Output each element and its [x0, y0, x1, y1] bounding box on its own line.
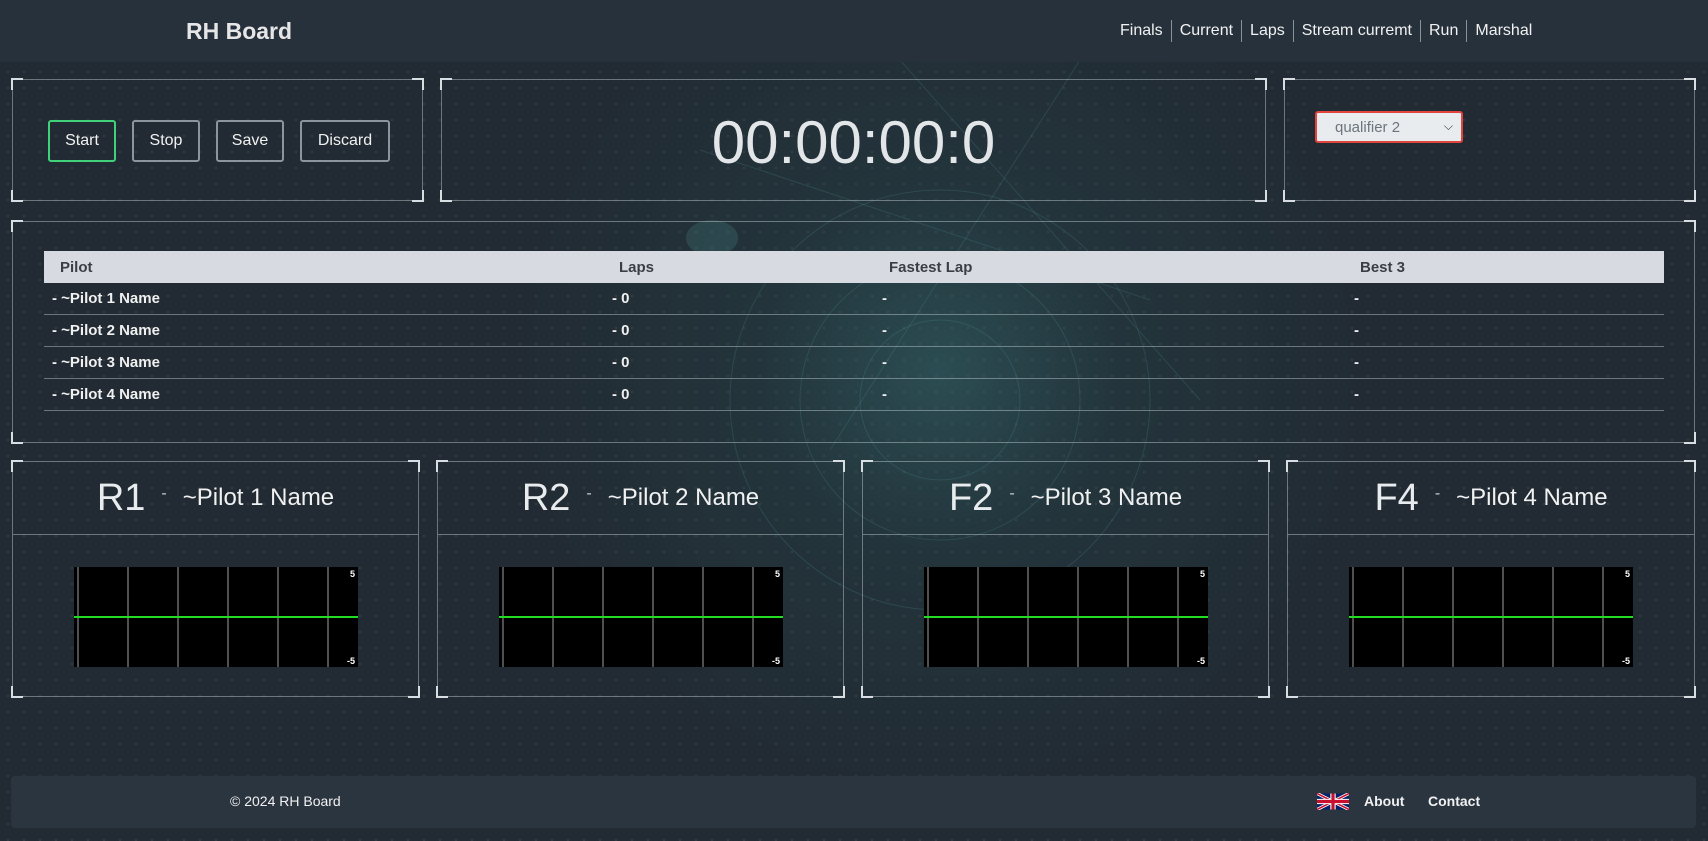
- scale-max-label: 5: [1625, 569, 1630, 579]
- cell-pilot: - ~Pilot 1 Name: [52, 290, 160, 307]
- cell-pilot: - ~Pilot 4 Name: [52, 386, 160, 403]
- nav-stream-current[interactable]: Stream curremt: [1292, 20, 1420, 42]
- scale-max-label: 5: [350, 569, 355, 579]
- race-timer: 00:00:00:0: [711, 109, 996, 176]
- separator: -: [1009, 485, 1015, 502]
- signal-graph-svg: 5 -5: [74, 567, 358, 667]
- separator: -: [1434, 485, 1441, 502]
- table-row: - ~Pilot 4 Name - 0 - -: [44, 379, 1664, 411]
- nav-finals[interactable]: Finals: [1112, 20, 1171, 42]
- nav-laps[interactable]: Laps: [1241, 20, 1293, 42]
- race-select-value: qualifier 2: [1335, 118, 1401, 136]
- scale-min-label: -5: [1197, 656, 1205, 666]
- footer-about-link[interactable]: About: [1364, 793, 1404, 809]
- separator: -: [586, 485, 592, 502]
- table-row: - ~Pilot 1 Name - 0 - -: [44, 283, 1664, 315]
- cell-laps: - 0: [612, 322, 630, 339]
- cell-fastest-lap: -: [882, 290, 887, 307]
- pilot-name: ~Pilot 3 Name: [1030, 484, 1183, 511]
- cell-best-3: -: [1354, 386, 1359, 403]
- cell-fastest-lap: -: [882, 386, 887, 403]
- pilot-name: ~Pilot 1 Name: [182, 484, 335, 511]
- pilot-card-header: R2 - ~Pilot 2 Name: [438, 462, 843, 535]
- start-button[interactable]: Start: [48, 120, 116, 162]
- header-pilot[interactable]: Pilot: [60, 259, 93, 276]
- results-panel: Pilot Laps Fastest Lap Best 3 - ~Pilot 1…: [11, 220, 1696, 444]
- pilot-card-header: F4 - ~Pilot 4 Name: [1288, 462, 1694, 535]
- stop-button[interactable]: Stop: [132, 120, 200, 162]
- scale-min-label: -5: [1622, 656, 1630, 666]
- cell-laps: - 0: [612, 386, 630, 403]
- footer-contact-link[interactable]: Contact: [1428, 793, 1480, 809]
- scale-min-label: -5: [772, 656, 780, 666]
- brand-title[interactable]: RH Board: [186, 18, 292, 45]
- nav-marshal[interactable]: Marshal: [1466, 20, 1540, 42]
- signal-graph: 5 -5: [74, 567, 358, 667]
- pilot-card-header: F2 - ~Pilot 3 Name: [863, 462, 1268, 535]
- scale-max-label: 5: [1200, 569, 1205, 579]
- cell-best-3: -: [1354, 322, 1359, 339]
- cell-best-3: -: [1354, 354, 1359, 371]
- signal-graph-svg: 5 -5: [1349, 567, 1633, 667]
- cell-best-3: -: [1354, 290, 1359, 307]
- signal-graph: 5 -5: [499, 567, 783, 667]
- footer-copyright: © 2024 RH Board: [230, 793, 341, 809]
- scale-min-label: -5: [347, 656, 355, 666]
- channel-label: F4: [1374, 476, 1419, 519]
- discard-button[interactable]: Discard: [300, 120, 390, 162]
- nav-current[interactable]: Current: [1170, 20, 1241, 42]
- pilot-card-4: F4 - ~Pilot 4 Name 5 -5: [1286, 460, 1696, 698]
- uk-flag-icon[interactable]: [1316, 792, 1350, 811]
- race-select[interactable]: qualifier 2 ⌵: [1315, 111, 1463, 143]
- cell-fastest-lap: -: [882, 322, 887, 339]
- results-table: Pilot Laps Fastest Lap Best 3 - ~Pilot 1…: [44, 251, 1664, 411]
- nav-links: Finals Current Laps Stream curremt Run M…: [1112, 20, 1540, 42]
- cell-pilot: - ~Pilot 3 Name: [52, 354, 160, 371]
- header-laps[interactable]: Laps: [619, 259, 654, 276]
- race-controls-panel: Start Stop Save Discard: [11, 78, 424, 202]
- pilot-card-3: F2 - ~Pilot 3 Name 5 -5: [861, 460, 1270, 698]
- channel-label: F2: [948, 476, 994, 519]
- signal-graph: 5 -5: [1349, 567, 1633, 667]
- table-row: - ~Pilot 2 Name - 0 - -: [44, 315, 1664, 347]
- channel-label: R2: [521, 476, 571, 519]
- header-fastest-lap[interactable]: Fastest Lap: [889, 259, 972, 276]
- table-row: - ~Pilot 3 Name - 0 - -: [44, 347, 1664, 379]
- table-header: Pilot Laps Fastest Lap Best 3: [44, 251, 1664, 283]
- pilot-card-header: R1 - ~Pilot 1 Name: [13, 462, 418, 535]
- chevron-down-icon: ⌵: [1443, 119, 1453, 133]
- navbar: RH Board Finals Current Laps Stream curr…: [0, 0, 1708, 62]
- save-button[interactable]: Save: [216, 120, 284, 162]
- pilot-card-2: R2 - ~Pilot 2 Name 5 -5: [436, 460, 845, 698]
- pilot-card-1: R1 - ~Pilot 1 Name 5 -5: [11, 460, 420, 698]
- separator: -: [161, 485, 167, 502]
- cell-pilot: - ~Pilot 2 Name: [52, 322, 160, 339]
- signal-graph-svg: 5 -5: [499, 567, 783, 667]
- signal-graph: 5 -5: [924, 567, 1208, 667]
- nav-run[interactable]: Run: [1420, 20, 1466, 42]
- scale-max-label: 5: [775, 569, 780, 579]
- signal-graph-svg: 5 -5: [924, 567, 1208, 667]
- pilot-name: ~Pilot 4 Name: [1456, 484, 1608, 511]
- cell-laps: - 0: [612, 354, 630, 371]
- header-best-3[interactable]: Best 3: [1360, 259, 1405, 276]
- footer: © 2024 RH Board About Contact: [11, 776, 1696, 828]
- pilot-name: ~Pilot 2 Name: [607, 484, 760, 511]
- timer-panel: 00:00:00:0: [440, 78, 1267, 202]
- race-select-panel: qualifier 2 ⌵: [1283, 78, 1696, 202]
- cell-fastest-lap: -: [882, 354, 887, 371]
- cell-laps: - 0: [612, 290, 630, 307]
- channel-label: R1: [96, 476, 146, 519]
